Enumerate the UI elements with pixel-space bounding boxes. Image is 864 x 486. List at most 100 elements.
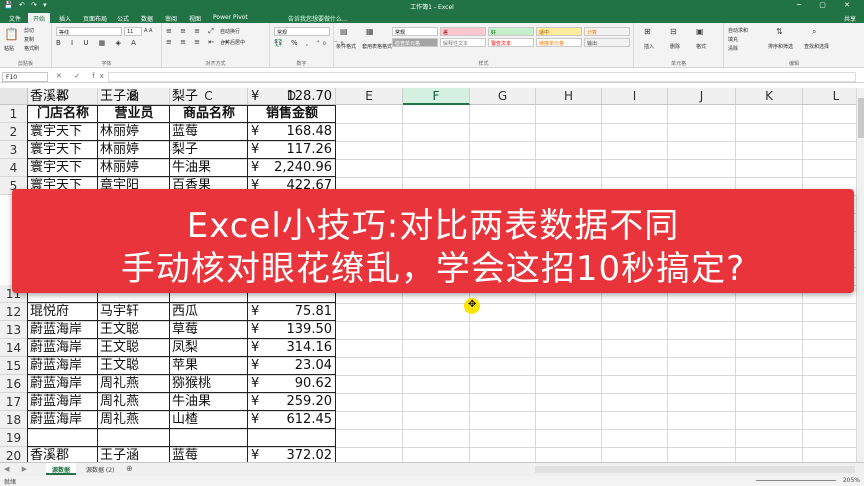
cell-store[interactable]: 蔚蓝海岸 bbox=[30, 357, 97, 375]
style-good[interactable]: 好 bbox=[488, 27, 534, 36]
row-header-3[interactable]: 3 bbox=[0, 141, 28, 159]
cell-clerk[interactable]: 王子涵 bbox=[100, 88, 169, 106]
conditional-format-icon[interactable]: ▤ bbox=[340, 27, 348, 36]
cell-amount[interactable]: 372.02 bbox=[268, 447, 335, 462]
cell-currency[interactable]: ¥ bbox=[249, 375, 269, 393]
cell-store[interactable]: 寰宇天下 bbox=[30, 123, 97, 141]
cell-amount[interactable]: 117.26 bbox=[268, 141, 335, 159]
select-all-corner[interactable] bbox=[0, 88, 28, 105]
horizontal-scrollbar[interactable] bbox=[535, 466, 855, 473]
scroll-thumb[interactable] bbox=[858, 98, 864, 138]
cell-currency[interactable]: ¥ bbox=[249, 321, 269, 339]
header-amount[interactable]: 销售金额 bbox=[249, 105, 335, 123]
column-header-f[interactable]: F bbox=[403, 88, 470, 105]
column-header-i[interactable]: I bbox=[602, 88, 668, 105]
conditional-format-button[interactable]: 条件格式 bbox=[336, 43, 356, 50]
find-select-button[interactable]: 查找和选择 bbox=[804, 43, 829, 50]
sort-filter-icon[interactable]: ⇅ bbox=[776, 27, 783, 36]
style-normal[interactable]: 常规 bbox=[392, 27, 438, 36]
cell-amount[interactable]: 23.04 bbox=[268, 357, 335, 375]
share-button[interactable]: 共享 bbox=[844, 14, 856, 23]
table-format-icon[interactable]: ▦ bbox=[366, 27, 374, 36]
cell-amount[interactable]: 314.16 bbox=[268, 339, 335, 357]
font-style-icons[interactable]: B I U ▦ ◈ A bbox=[56, 39, 140, 47]
cell-store[interactable]: 蔚蓝海岸 bbox=[30, 321, 97, 339]
table-format-button[interactable]: 套用表格格式 bbox=[362, 43, 392, 50]
cell-store[interactable]: 寰宇天下 bbox=[30, 159, 97, 177]
cell-amount[interactable]: 90.62 bbox=[268, 375, 335, 393]
cell-product[interactable]: 苹果 bbox=[172, 357, 247, 375]
cell-product[interactable]: 凤梨 bbox=[172, 339, 247, 357]
tab-home[interactable]: 开始 bbox=[28, 13, 51, 23]
cell-currency[interactable]: ¥ bbox=[249, 357, 269, 375]
cell-currency[interactable]: ¥ bbox=[249, 123, 269, 141]
sheet-tab-source-2[interactable]: 源数据 (2) bbox=[80, 463, 120, 475]
tab-insert[interactable]: 插入 bbox=[54, 13, 76, 23]
cell-clerk[interactable]: 王文聪 bbox=[100, 357, 169, 375]
header-store[interactable]: 门店名称 bbox=[29, 105, 97, 123]
cell-store[interactable]: 琨悦府 bbox=[30, 303, 97, 321]
paste-button[interactable]: 粘贴 bbox=[4, 45, 14, 52]
formula-input[interactable] bbox=[108, 72, 856, 82]
cell-product[interactable]: 牛油果 bbox=[172, 393, 247, 411]
row-header-15[interactable]: 15 bbox=[0, 357, 28, 375]
style-output[interactable]: 输出 bbox=[584, 38, 630, 47]
row-header-16[interactable]: 16 bbox=[0, 375, 28, 393]
sheet-nav-arrows[interactable]: ◀ ▶ bbox=[4, 465, 32, 473]
vertical-scrollbar[interactable] bbox=[856, 88, 864, 462]
style-calculation[interactable]: 计算 bbox=[584, 27, 630, 36]
format-cells-icon[interactable]: ▣ bbox=[696, 27, 704, 36]
cell-clerk[interactable]: 马宇轩 bbox=[100, 303, 169, 321]
row-header-4[interactable]: 4 bbox=[0, 159, 28, 177]
number-format-select[interactable]: 常规 bbox=[274, 27, 330, 36]
row-header-17[interactable]: 17 bbox=[0, 393, 28, 411]
cell-clerk[interactable]: 林丽婷 bbox=[100, 123, 169, 141]
cell-store[interactable]: 香溪郡 bbox=[30, 447, 97, 462]
row-header-20[interactable]: 20 bbox=[0, 447, 28, 462]
cell-amount[interactable]: 139.50 bbox=[268, 321, 335, 339]
cell-store[interactable]: 香溪郡 bbox=[30, 88, 97, 106]
cell-currency[interactable]: ¥ bbox=[249, 447, 269, 462]
column-header-k[interactable]: K bbox=[736, 88, 803, 105]
cell-store[interactable]: 蔚蓝海岸 bbox=[30, 339, 97, 357]
cell-currency[interactable]: ¥ bbox=[249, 303, 269, 321]
column-header-e[interactable]: E bbox=[336, 88, 403, 105]
style-explanatory[interactable]: 解释性文本 bbox=[440, 38, 486, 47]
cell-amount[interactable]: 75.81 bbox=[268, 303, 335, 321]
column-header-j[interactable]: J bbox=[668, 88, 736, 105]
zoom-slider[interactable] bbox=[756, 480, 836, 481]
cell-clerk[interactable]: 周礼燕 bbox=[100, 393, 169, 411]
cell-currency[interactable]: ¥ bbox=[249, 393, 269, 411]
row-header-14[interactable]: 14 bbox=[0, 339, 28, 357]
style-warning[interactable]: 警告文本 bbox=[488, 38, 534, 47]
font-size-select[interactable]: 11 bbox=[124, 27, 142, 36]
cell-product[interactable]: 西瓜 bbox=[172, 303, 247, 321]
style-bad[interactable]: 差 bbox=[440, 27, 486, 36]
row-header-2[interactable]: 2 bbox=[0, 123, 28, 141]
cell-clerk[interactable]: 周礼燕 bbox=[100, 411, 169, 429]
tab-page-layout[interactable]: 页面布局 bbox=[78, 13, 112, 23]
merge-center-button[interactable]: 合并后居中 bbox=[220, 39, 245, 46]
cell-currency[interactable]: ¥ bbox=[249, 411, 269, 429]
font-name-select[interactable]: 等线 bbox=[56, 27, 122, 36]
copy-button[interactable]: 复制 bbox=[24, 36, 34, 43]
cell-amount[interactable]: 612.45 bbox=[268, 411, 335, 429]
sheet-tab-source[interactable]: 源数据 bbox=[46, 463, 77, 475]
row-header-13[interactable]: 13 bbox=[0, 321, 28, 339]
tab-review[interactable]: 审阅 bbox=[160, 13, 182, 23]
cell-product[interactable]: 山楂 bbox=[172, 411, 247, 429]
insert-cells-icon[interactable]: ⊞ bbox=[644, 27, 651, 36]
style-check-cell[interactable]: 检查单元格 bbox=[392, 38, 438, 47]
column-header-g[interactable]: G bbox=[470, 88, 536, 105]
cell-amount[interactable]: 128.70 bbox=[268, 88, 335, 106]
cell-store[interactable]: 蔚蓝海岸 bbox=[30, 393, 97, 411]
formula-icons[interactable]: ✕ ✓ fx bbox=[56, 72, 109, 80]
cell-clerk[interactable]: 周礼燕 bbox=[100, 375, 169, 393]
cell-amount[interactable]: 259.20 bbox=[268, 393, 335, 411]
align-top-icons[interactable]: ≡ ≡ ≡ ⤢ bbox=[166, 27, 217, 36]
autosum-button[interactable]: 自动求和 bbox=[728, 27, 748, 34]
header-product[interactable]: 商品名称 bbox=[171, 105, 247, 123]
font-grow-shrink-icons[interactable]: A A bbox=[144, 28, 152, 34]
tell-me-box[interactable]: 告诉我您想要做什么... bbox=[288, 14, 348, 23]
find-select-icon[interactable]: ⌕ bbox=[812, 27, 816, 37]
